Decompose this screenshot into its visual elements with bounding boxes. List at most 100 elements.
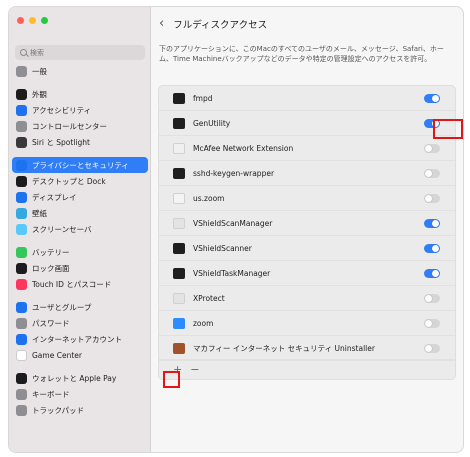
app-name: XProtect bbox=[193, 293, 225, 303]
zoom-button[interactable] bbox=[41, 17, 48, 24]
sidebar-item-label: コントロールセンター bbox=[32, 121, 107, 131]
sidebar-item[interactable]: Siri と Spotlight bbox=[9, 134, 151, 150]
sidebar-item[interactable]: プライバシーとセキュリティ bbox=[12, 157, 148, 173]
screensaver-icon bbox=[16, 223, 27, 235]
sidebar-item-label: ロック画面 bbox=[32, 263, 70, 273]
close-button[interactable] bbox=[17, 17, 24, 24]
sidebar-item-label: キーボード bbox=[32, 389, 70, 399]
app-row: VShieldScanner bbox=[159, 236, 455, 261]
access-toggle[interactable] bbox=[424, 269, 440, 278]
hand-icon bbox=[16, 159, 27, 171]
sidebar-item-label: プライバシーとセキュリティ bbox=[32, 160, 129, 170]
terminal-icon bbox=[173, 167, 185, 179]
terminal-icon bbox=[173, 117, 185, 129]
access-toggle[interactable] bbox=[424, 94, 440, 103]
access-toggle[interactable] bbox=[424, 144, 440, 153]
sidebar-separator bbox=[9, 292, 151, 299]
app-row: VShieldTaskManager bbox=[159, 261, 455, 286]
app-row: VShieldScanManager bbox=[159, 211, 455, 236]
app-name: VShieldScanner bbox=[193, 243, 252, 253]
sidebar-item-label: Game Center bbox=[32, 350, 82, 360]
app-row: GenUtility bbox=[159, 111, 455, 136]
main-pane: ‹ フルディスクアクセス 下のアプリケーションに、このMacのすべてのユーザのメ… bbox=[151, 7, 463, 452]
sidebar-item[interactable]: スクリーンセーバ bbox=[9, 221, 151, 237]
sidebar-item-label: Siri と Spotlight bbox=[32, 137, 90, 147]
access-toggle[interactable] bbox=[424, 194, 440, 203]
keyboard-icon bbox=[16, 388, 27, 400]
access-toggle[interactable] bbox=[424, 169, 440, 178]
app-name: fmpd bbox=[193, 93, 213, 103]
sidebar-item[interactable]: インターネットアカウント bbox=[9, 331, 151, 347]
sidebar-item-label: ウォレットと Apple Pay bbox=[32, 373, 117, 383]
generic-app-icon bbox=[173, 292, 185, 304]
sidebar-separator bbox=[9, 363, 151, 370]
sidebar-separator bbox=[9, 237, 151, 244]
sidebar-item-label: トラックパッド bbox=[32, 405, 85, 415]
app-name: us.zoom bbox=[193, 193, 225, 203]
search-input[interactable] bbox=[30, 48, 130, 57]
list-controls: + − bbox=[159, 359, 455, 379]
sidebar-item[interactable]: トラックパッド bbox=[9, 402, 151, 418]
sidebar-item[interactable]: パスワード bbox=[9, 315, 151, 331]
access-toggle[interactable] bbox=[424, 344, 440, 353]
sidebar-item[interactable]: ロック画面 bbox=[9, 260, 151, 276]
sidebar-item-label: 一般 bbox=[32, 66, 47, 76]
at-icon bbox=[16, 333, 27, 345]
search-field[interactable] bbox=[15, 45, 145, 60]
sidebar-item[interactable]: ディスプレイ bbox=[9, 189, 151, 205]
app-row: sshd-keygen-wrapper bbox=[159, 161, 455, 186]
sidebar-list: 一般外観 アクセシビリティコントロールセンター Siri と Spotlight プラ… bbox=[9, 63, 151, 418]
access-toggle[interactable] bbox=[424, 244, 440, 253]
toggle-knob bbox=[432, 245, 439, 252]
access-toggle[interactable] bbox=[424, 219, 440, 228]
sidebar-item-label: パスワード bbox=[32, 318, 70, 328]
sidebar-item[interactable]: ウォレットと Apple Pay bbox=[9, 370, 151, 386]
sidebar-item[interactable]: コントロールセンター bbox=[9, 118, 151, 134]
sidebar-item[interactable]: 外観 bbox=[9, 86, 151, 102]
sidebar-item-label: ディスプレイ bbox=[32, 192, 77, 202]
app-name: sshd-keygen-wrapper bbox=[193, 168, 275, 178]
app-list: マカフィー インターネット セキュリティ Uninstaller zoom XPro… bbox=[158, 85, 456, 380]
gear-icon bbox=[16, 65, 27, 77]
app-name: マカフィー インターネット セキュリティ Uninstaller bbox=[193, 343, 375, 353]
window-controls bbox=[17, 17, 48, 24]
chevron-left-icon[interactable]: ‹ bbox=[159, 16, 164, 31]
remove-button[interactable]: − bbox=[190, 363, 199, 376]
toggle-knob bbox=[425, 195, 432, 202]
app-row: マカフィー インターネット セキュリティ Uninstaller bbox=[159, 336, 455, 361]
sidebar-item[interactable]: Touch ID とパスコード bbox=[9, 276, 151, 292]
toggle-knob bbox=[432, 270, 439, 277]
sidebar-item[interactable]: 一般 bbox=[9, 63, 151, 79]
sidebar-item[interactable]: Game Center bbox=[9, 347, 151, 363]
sidebar-item[interactable]: デスクトップと Dock bbox=[9, 173, 151, 189]
wallet-icon bbox=[16, 372, 27, 384]
app-name: VShieldTaskManager bbox=[193, 268, 271, 278]
sidebar-item[interactable]: ユーザとグループ bbox=[9, 299, 151, 315]
minimize-button[interactable] bbox=[29, 17, 36, 24]
game-center-icon bbox=[16, 349, 27, 361]
access-toggle[interactable] bbox=[424, 294, 440, 303]
users-icon bbox=[16, 301, 27, 313]
sidebar-item[interactable]: バッテリー bbox=[9, 244, 151, 260]
toggle-knob bbox=[425, 145, 432, 152]
sidebar-item[interactable]: 壁紙 bbox=[9, 205, 151, 221]
key-icon bbox=[16, 317, 27, 329]
sidebar: 一般外観アクセシビリティコントロールセンター Siri と Spotlight プラ… bbox=[9, 7, 151, 452]
zoom-icon bbox=[173, 317, 185, 329]
search-icon bbox=[20, 49, 27, 56]
app-name: zoom bbox=[193, 318, 214, 328]
document-icon bbox=[173, 192, 185, 204]
sidebar-item[interactable]: アクセシビリティ bbox=[9, 102, 151, 118]
terminal-icon bbox=[173, 92, 185, 104]
sidebar-item[interactable]: キーボード bbox=[9, 386, 151, 402]
app-row: zoom bbox=[159, 311, 455, 336]
header: ‹ フルディスクアクセス bbox=[159, 16, 267, 31]
description: 下のアプリケーションに、このMacのすべてのユーザのメール、メッセージ、Safa… bbox=[159, 45, 444, 63]
toggle-knob bbox=[432, 95, 439, 102]
access-toggle[interactable] bbox=[424, 319, 440, 328]
app-row: fmpd bbox=[159, 86, 455, 111]
terminal-icon bbox=[173, 242, 185, 254]
sidebar-item-label: スクリーンセーバ bbox=[32, 224, 92, 234]
settings-window: 一般外観アクセシビリティコントロールセンター Siri と Spotlight プラ… bbox=[8, 6, 464, 453]
toggle-highlight bbox=[433, 119, 463, 139]
